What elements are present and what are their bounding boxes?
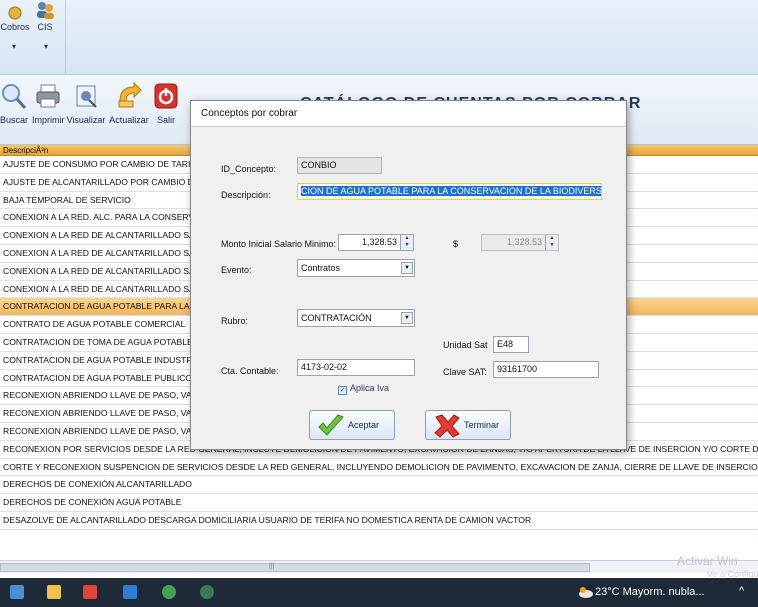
preview-icon	[76, 85, 97, 108]
scrollbar-grip: |||	[269, 563, 275, 570]
cobros-dropdown[interactable]: ▾	[12, 42, 16, 51]
dialog-title: Conceptos por cobrar	[191, 101, 626, 127]
unidad-sat-label: Unidad Sat	[443, 340, 488, 350]
monto-salario-value: 1,328.53	[361, 237, 397, 247]
activation-watermark: Activar Win	[677, 554, 738, 568]
descripcion-label: Descripción:	[221, 190, 271, 200]
monto-pesos-spin-icon: ▲ ▼	[545, 235, 558, 250]
evento-label: Evento:	[221, 265, 252, 275]
terminar-button[interactable]: Terminar	[425, 410, 511, 440]
cis-button[interactable]: CIS	[30, 0, 60, 32]
cis-label: CIS	[37, 22, 53, 32]
power-icon	[154, 83, 178, 109]
app-icon[interactable]	[10, 585, 24, 599]
aceptar-label: Aceptar	[348, 420, 380, 430]
aceptar-button[interactable]: Aceptar	[309, 410, 395, 440]
buscar-label: Buscar	[0, 115, 28, 125]
chevron-down-icon[interactable]: ▼	[401, 262, 413, 274]
cobros-label: Cobros	[0, 22, 30, 32]
printer-icon	[36, 84, 60, 108]
monto-pesos-stepper: 1,328.53 ▲ ▼	[481, 234, 559, 251]
cobros-button[interactable]: Cobros	[0, 6, 30, 32]
currency-label: $	[453, 239, 459, 249]
visualizar-label: Visualizar	[66, 115, 106, 125]
anydesk-icon[interactable]	[83, 585, 97, 599]
table-row[interactable]: DERECHOS DE CONEXIÓN ALCANTARILLADO	[0, 476, 758, 495]
network-app-icon[interactable]	[200, 585, 214, 599]
cta-contable-field[interactable]: 4173-02-02	[297, 359, 415, 376]
rubro-label: Rubro:	[221, 316, 249, 326]
clave-sat-field[interactable]: 93161700	[493, 361, 599, 378]
monto-pesos-value: 1,328.53	[506, 237, 542, 247]
refresh-icon	[118, 81, 142, 108]
chevron-down-icon[interactable]: ▼	[401, 312, 413, 324]
scrollbar-thumb[interactable]: |||	[0, 563, 590, 572]
descripcion-field[interactable]: CION DE AGUA POTABLE PARA LA CONSERVACIO…	[297, 183, 602, 200]
weather-icon	[579, 587, 593, 598]
descripcion-value: CION DE AGUA POTABLE PARA LA CONSERVACIO…	[301, 186, 601, 196]
users-icon	[37, 2, 54, 19]
checkmark-icon	[318, 414, 344, 436]
weather-status[interactable]: 23°C Mayorm. nubla...	[595, 586, 705, 598]
monto-salario-spin-icon[interactable]: ▲ ▼	[400, 235, 413, 250]
imprimir-button[interactable]: Imprimir	[32, 81, 65, 125]
chrome-icon[interactable]	[162, 585, 176, 599]
rubro-select[interactable]: CONTRATACIÓN ▼	[297, 309, 415, 327]
close-icon	[434, 414, 460, 438]
monto-label: Monto Inicial Salario Minimo:	[221, 239, 337, 249]
table-row[interactable]: DESAZOLVE DE ALCANTARILLADO DESCARGA DOM…	[0, 512, 758, 530]
coins-icon	[8, 6, 22, 20]
clave-sat-label: Clave SAT:	[443, 367, 487, 377]
magnifier-icon	[2, 84, 27, 109]
salir-button[interactable]: Salir	[152, 81, 180, 125]
imprimir-label: Imprimir	[32, 115, 65, 125]
id-concepto-label: ID_Concepto:	[221, 164, 277, 174]
tray-expand-icon[interactable]: ^	[739, 585, 744, 597]
taskbar: 23°C Mayorm. nubla... ^	[0, 578, 758, 607]
cta-contable-label: Cta. Contable:	[221, 366, 279, 376]
table-row[interactable]: CORTE Y RECONEXION SUSPENCION DE SERVICI…	[0, 459, 758, 477]
file-explorer-icon[interactable]	[47, 585, 61, 599]
id-concepto-field[interactable]: CONBIO	[297, 157, 382, 174]
buscar-button[interactable]: Buscar	[0, 81, 34, 125]
actualizar-button[interactable]: Actualizar	[108, 81, 150, 125]
checkmark-icon: ✓	[338, 386, 347, 395]
visualizar-button[interactable]: Visualizar	[66, 81, 106, 125]
unidad-sat-field[interactable]: E48	[493, 336, 529, 353]
monto-salario-stepper[interactable]: 1,328.53 ▲ ▼	[338, 234, 414, 251]
ribbon: Cobros CIS ▾ ▾	[0, 0, 758, 75]
rubro-value: CONTRATACIÓN	[301, 313, 372, 323]
terminar-label: Terminar	[464, 420, 500, 430]
cis-dropdown[interactable]: ▾	[44, 42, 48, 51]
table-row[interactable]: DERECHOS DE CONEXIÓN AGUA POTABLE	[0, 494, 758, 512]
conceptos-dialog: Conceptos por cobrar ID_Concepto: CONBIO…	[190, 100, 627, 450]
salir-label: Salir	[156, 115, 175, 125]
aplica-iva-checkbox[interactable]: ✓ Aplica Iva	[338, 383, 389, 395]
evento-select[interactable]: Contratos ▼	[297, 259, 415, 277]
evento-value: Contratos	[301, 263, 341, 273]
aplica-iva-label: Aplica Iva	[350, 383, 390, 393]
vscode-icon[interactable]	[123, 585, 137, 599]
horizontal-scrollbar[interactable]: |||	[0, 560, 758, 573]
actualizar-label: Actualizar	[109, 115, 149, 125]
